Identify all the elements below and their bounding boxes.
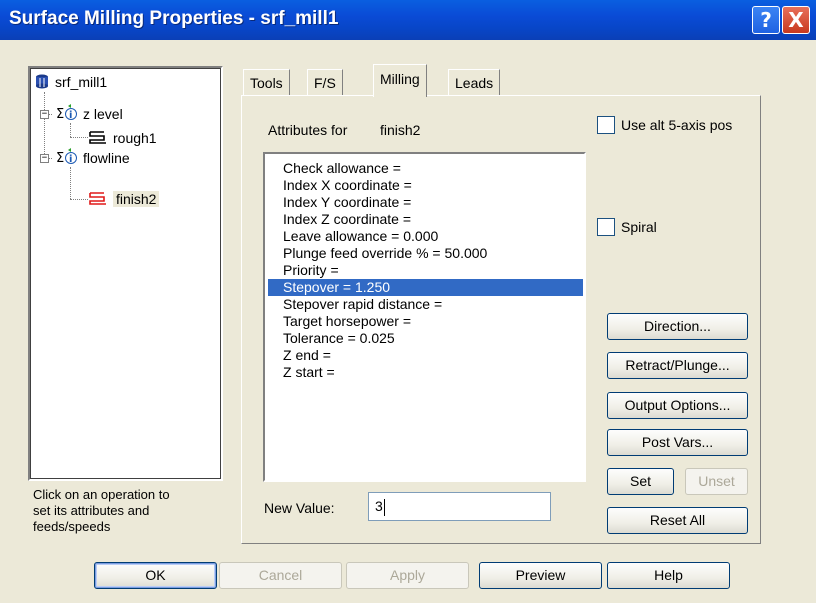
- reset-all-button[interactable]: Reset All: [607, 507, 748, 534]
- tree-item-group[interactable]: Σi z level: [56, 104, 123, 124]
- post-vars-button[interactable]: Post Vars...: [607, 429, 748, 456]
- tree-connector: [44, 92, 45, 158]
- hint-line: Click on an operation to: [33, 487, 170, 502]
- list-item[interactable]: Index Y coordinate =: [268, 194, 583, 211]
- svg-text:i: i: [69, 154, 72, 165]
- help-button[interactable]: Help: [607, 562, 730, 589]
- preview-button[interactable]: Preview: [479, 562, 602, 589]
- list-item[interactable]: Check allowance =: [268, 160, 583, 177]
- svg-text:Σ: Σ: [56, 107, 64, 122]
- close-title-button[interactable]: X: [782, 6, 810, 34]
- dialog-window: Surface Milling Properties - srf_mill1 ?…: [0, 0, 816, 603]
- hint-line: feeds/speeds: [33, 519, 111, 534]
- database-icon: [34, 73, 50, 94]
- tab-fs[interactable]: F/S: [307, 69, 343, 96]
- toolpath-icon: [88, 190, 108, 211]
- attributes-target: finish2: [380, 122, 421, 138]
- help-hint: Click on an operation to set its attribu…: [33, 487, 223, 535]
- hint-line: set its attributes and: [33, 503, 150, 518]
- list-item[interactable]: Plunge feed override % = 50.000: [268, 245, 583, 262]
- list-item[interactable]: Index Z coordinate =: [268, 211, 583, 228]
- tree-item-label: finish2: [113, 191, 160, 207]
- spiral-checkbox[interactable]: [597, 218, 615, 236]
- attributes-list[interactable]: Check allowance = Index X coordinate = I…: [263, 152, 586, 482]
- tree-item-operation[interactable]: rough1: [88, 128, 157, 148]
- cancel-button[interactable]: Cancel: [219, 562, 342, 589]
- apply-button[interactable]: Apply: [346, 562, 469, 589]
- direction-button[interactable]: Direction...: [607, 313, 748, 340]
- tree-item-operation-selected[interactable]: finish2: [88, 189, 160, 211]
- tree-item-label: flowline: [83, 150, 130, 167]
- attributes-for-label: Attributes for: [268, 122, 348, 138]
- tab-tools[interactable]: Tools: [243, 69, 290, 96]
- use-alt-5axis-label: Use alt 5-axis pos: [621, 117, 733, 133]
- spiral-label: Spiral: [621, 219, 657, 235]
- tab-milling[interactable]: Milling: [373, 64, 427, 97]
- list-item[interactable]: Z start =: [268, 364, 583, 381]
- tree-connector: [70, 199, 88, 200]
- list-item[interactable]: Target horsepower =: [268, 313, 583, 330]
- tree-connector: [70, 167, 71, 199]
- collapse-icon[interactable]: −: [40, 154, 49, 163]
- operation-tree[interactable]: srf_mill1 − Σi z level rough1 − Σi flowl…: [28, 66, 223, 481]
- tab-leads[interactable]: Leads: [448, 69, 501, 96]
- ok-button[interactable]: OK: [94, 562, 217, 589]
- list-item[interactable]: Leave allowance = 0.000: [268, 228, 583, 245]
- list-item-selected[interactable]: Stepover = 1.250: [268, 279, 583, 296]
- list-item[interactable]: Z end =: [268, 347, 583, 364]
- window-title: Surface Milling Properties - srf_mill1: [9, 8, 339, 29]
- new-value-input[interactable]: 3: [368, 492, 551, 521]
- retract-plunge-button[interactable]: Retract/Plunge...: [607, 352, 748, 379]
- list-item[interactable]: Index X coordinate =: [268, 177, 583, 194]
- output-options-button[interactable]: Output Options...: [607, 392, 748, 419]
- info-group-icon: Σi: [56, 104, 78, 127]
- tree-item-root[interactable]: srf_mill1: [34, 72, 107, 92]
- unset-button[interactable]: Unset: [685, 468, 748, 495]
- collapse-icon[interactable]: −: [40, 110, 49, 119]
- title-bar[interactable]: Surface Milling Properties - srf_mill1 ?…: [0, 0, 816, 40]
- svg-text:i: i: [69, 110, 72, 121]
- list-item[interactable]: Stepover rapid distance =: [268, 296, 583, 313]
- use-alt-5axis-checkbox[interactable]: [597, 116, 615, 134]
- help-title-button[interactable]: ?: [752, 6, 780, 34]
- tree-item-label: rough1: [113, 130, 157, 146]
- list-item[interactable]: Tolerance = 0.025: [268, 330, 583, 347]
- text-caret: [383, 498, 385, 516]
- new-value-text: 3: [375, 498, 383, 514]
- svg-text:Σ: Σ: [56, 151, 64, 166]
- tree-item-label: z level: [83, 106, 123, 123]
- info-group-icon: Σi: [56, 148, 78, 171]
- tree-item-label: srf_mill1: [55, 74, 108, 90]
- list-item[interactable]: Priority =: [268, 262, 583, 279]
- tree-connector: [70, 137, 88, 138]
- set-button[interactable]: Set: [607, 468, 674, 495]
- tree-item-group[interactable]: Σi flowline: [56, 148, 130, 168]
- new-value-label: New Value:: [264, 500, 335, 516]
- toolpath-icon: [88, 129, 108, 150]
